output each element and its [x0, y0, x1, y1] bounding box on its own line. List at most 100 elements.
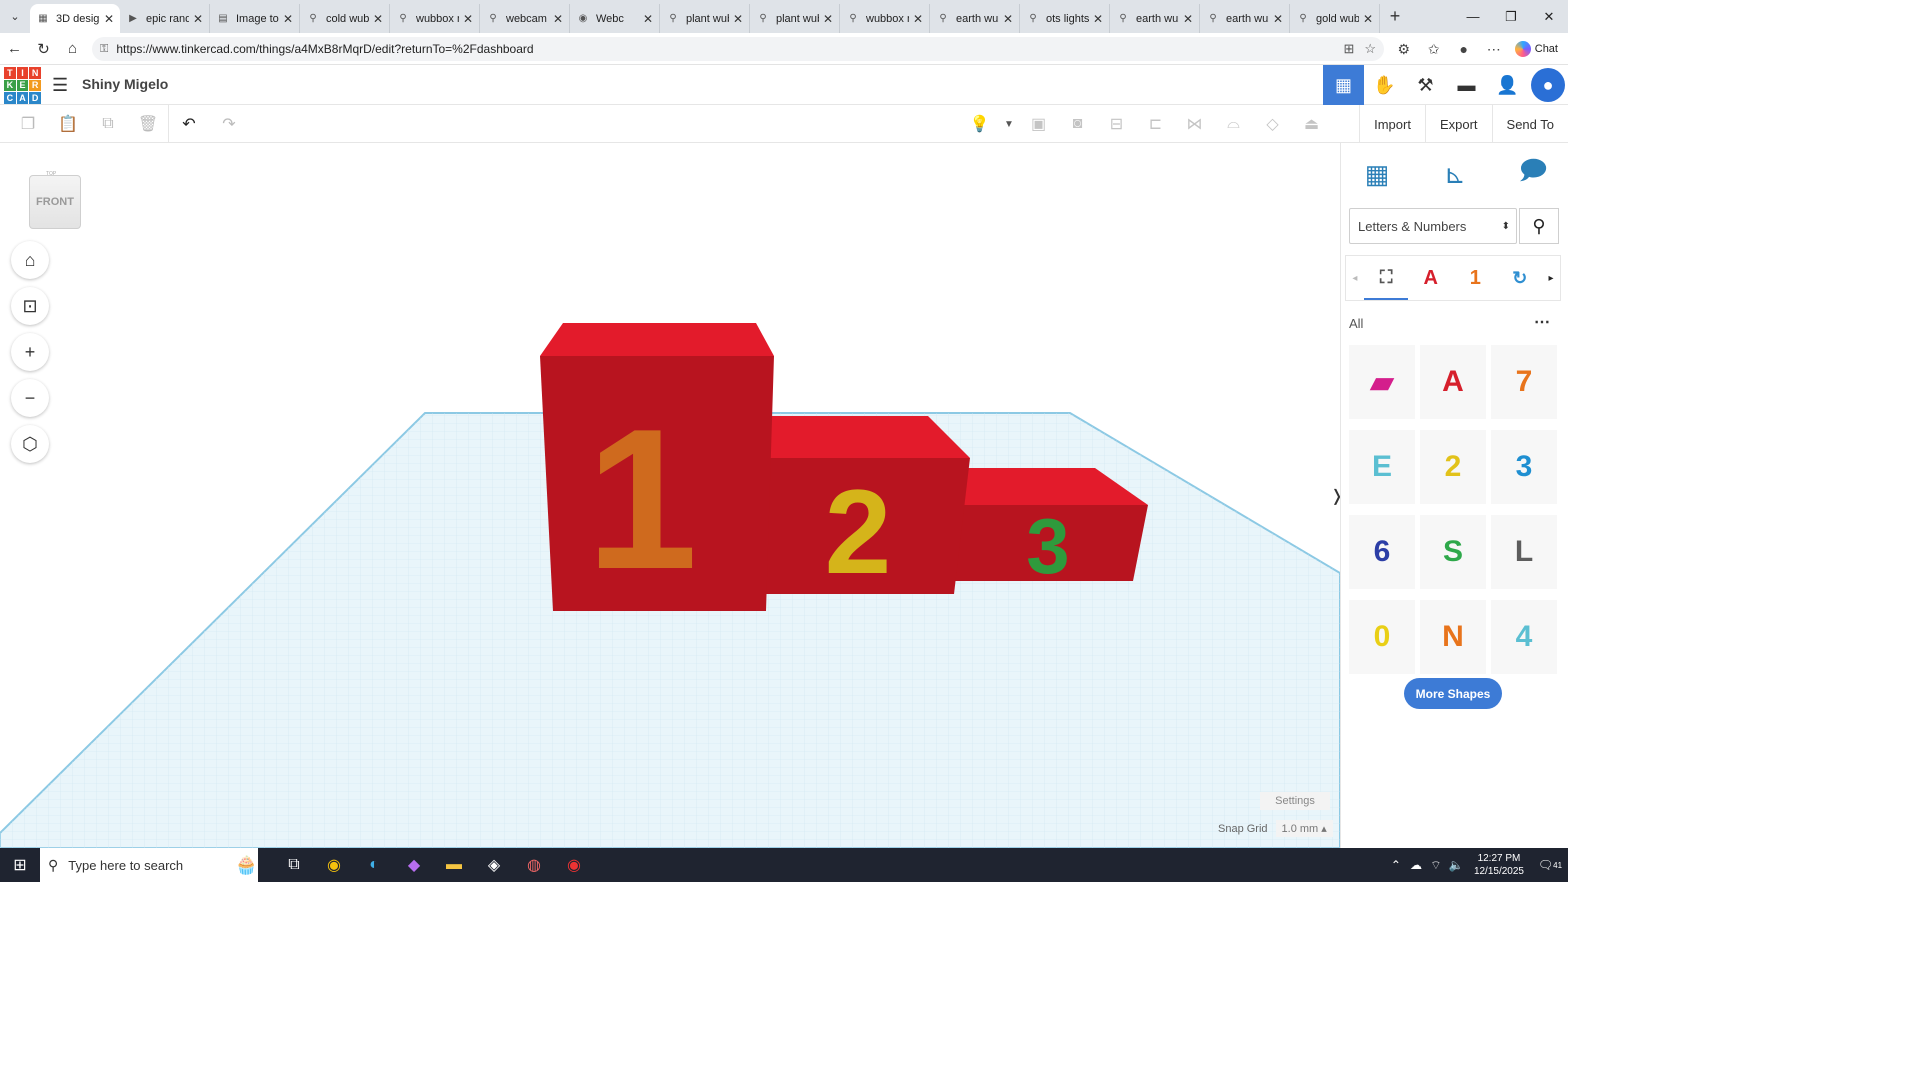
shape-search-icon[interactable]: ⚲ [1519, 208, 1559, 244]
podium-box-1[interactable]: 1 [540, 323, 774, 611]
paste-icon[interactable]: 📋 [48, 105, 88, 143]
chrome-beta-icon[interactable]: ◍ [514, 848, 554, 882]
view-cube-front-label[interactable]: FRONT [29, 175, 81, 229]
shape-tile[interactable]: 0 [1349, 600, 1415, 674]
copilot-app-icon[interactable]: ◆ [394, 848, 434, 882]
restore-button[interactable]: ❐ [1492, 0, 1530, 33]
browser-tab[interactable]: ⚲ plant wub ✕ [750, 4, 840, 33]
browser-tab[interactable]: ⚲ earth wub ✕ [1110, 4, 1200, 33]
close-tab-icon[interactable]: ✕ [193, 12, 203, 26]
browser-tab[interactable]: ⚲ earth wub ✕ [930, 4, 1020, 33]
browser-tab[interactable]: ◉ Webc ✕ [570, 4, 660, 33]
browser-tab[interactable]: ▤ Image to ✕ [210, 4, 300, 33]
close-tab-icon[interactable]: ✕ [1363, 12, 1373, 26]
cruise-icon[interactable]: ⌓ [1214, 105, 1253, 143]
close-tab-icon[interactable]: ✕ [823, 12, 833, 26]
shape-tile[interactable]: 4 [1491, 600, 1557, 674]
more-menu-icon[interactable]: ⋯ [1479, 41, 1509, 58]
close-tab-icon[interactable]: ✕ [463, 12, 473, 26]
blocks-icon[interactable]: ✋ [1364, 65, 1405, 105]
mirror-icon[interactable]: ⋈ [1175, 105, 1214, 143]
chrome-icon[interactable]: ◉ [314, 848, 354, 882]
more-shapes-button[interactable]: More Shapes [1404, 678, 1502, 709]
browser-tab[interactable]: ⚲ wubbox m ✕ [390, 4, 480, 33]
close-tab-icon[interactable]: ✕ [553, 12, 563, 26]
3d-view-grid-icon[interactable]: ▦ [1323, 65, 1364, 105]
notes-dropdown-icon[interactable]: ▼ [999, 105, 1019, 143]
chrome-active-icon[interactable]: ◉ [554, 848, 594, 882]
prev-category-icon[interactable]: ◂ [1346, 273, 1364, 284]
tinkercad-logo[interactable]: TIN KER CAD [4, 67, 41, 104]
chat-button[interactable]: Chat [1509, 41, 1568, 57]
shape-tile[interactable]: L [1491, 515, 1557, 589]
show-hidden-icons-icon[interactable]: ⌃ [1386, 858, 1406, 872]
hole-solid-icon[interactable]: ⊟ [1097, 105, 1136, 143]
shape-tile[interactable]: E [1349, 430, 1415, 504]
home-button[interactable]: ⌂ [58, 33, 87, 65]
shape-tile[interactable]: N [1420, 600, 1486, 674]
close-window-button[interactable]: ✕ [1530, 0, 1568, 33]
notes-tool-icon[interactable]: 🗩 [1511, 153, 1555, 195]
shape-tile[interactable]: 7 [1491, 345, 1557, 419]
close-tab-icon[interactable]: ✕ [1273, 12, 1283, 26]
import-button[interactable]: Import [1359, 105, 1425, 143]
shape-tile[interactable]: A [1420, 345, 1486, 419]
home-view-icon[interactable]: ⌂ [11, 241, 49, 279]
shape-tile[interactable]: 6 [1349, 515, 1415, 589]
letters-tab[interactable]: A [1408, 256, 1453, 300]
send-to-button[interactable]: Send To [1491, 105, 1568, 143]
shape-tile[interactable]: 3 [1491, 430, 1557, 504]
add-collaborator-icon[interactable]: 👤 [1487, 65, 1528, 105]
next-category-icon[interactable]: ▸ [1542, 273, 1560, 284]
onedrive-icon[interactable]: ☁ [1406, 858, 1426, 872]
snap-grid-select[interactable]: 1.0 mm ▴ [1275, 820, 1333, 837]
numbers-tab[interactable]: 1 [1453, 256, 1498, 300]
browser-tab[interactable]: ▦ 3D design ✕ [30, 4, 120, 33]
refresh-button[interactable]: ↻ [29, 33, 58, 65]
taskbar-clock[interactable]: 12:27 PM 12/15/2025 [1466, 852, 1532, 878]
browser-tab[interactable]: ⚲ gold wubb ✕ [1290, 4, 1380, 33]
app-available-icon[interactable]: ⊞ [1343, 41, 1354, 57]
shape-tile[interactable]: ▰ [1349, 345, 1415, 419]
edge-icon[interactable]: ◐ [354, 848, 394, 882]
export-button[interactable]: Export [1424, 105, 1492, 143]
network-icon[interactable]: ⌔ [1426, 858, 1446, 873]
workplane-tool-icon[interactable]: ▦ [1355, 153, 1399, 195]
light-bulb-icon[interactable]: 💡 [960, 105, 999, 143]
workplane-canvas[interactable]: 3 2 1 TOP FRONT ⌂ ⊡ + − ⬡ ❭ Settings Sna… [0, 143, 1340, 848]
duplicate-icon[interactable]: ⧉ [88, 105, 128, 143]
all-shapes-tab[interactable]: ⛶ [1363, 256, 1409, 300]
profile-icon[interactable]: ● [1449, 41, 1479, 57]
taskbar-search-box[interactable]: ⚲ Type here to search 🧁 [40, 848, 258, 882]
ortho-view-icon[interactable]: ⬡ [11, 425, 49, 463]
new-tab-button[interactable]: + [1380, 6, 1410, 27]
collapse-panel-icon[interactable]: ❭ [1330, 478, 1340, 514]
fit-view-icon[interactable]: ⊡ [11, 287, 49, 325]
browser-tab[interactable]: ⚲ earth wub ✕ [1200, 4, 1290, 33]
notification-center-icon[interactable]: 🗨 41 [1532, 858, 1568, 872]
podium-box-2[interactable]: 2 [766, 416, 970, 599]
browser-tab[interactable]: ⚲ plant wub ✕ [660, 4, 750, 33]
view-cube[interactable]: TOP FRONT [29, 171, 81, 229]
close-tab-icon[interactable]: ✕ [643, 12, 653, 26]
browser-tab[interactable]: ⚲ cold wubb ✕ [300, 4, 390, 33]
favorites-icon[interactable]: ✩ [1419, 41, 1449, 58]
task-view-icon[interactable]: ⧉ [274, 848, 314, 882]
close-tab-icon[interactable]: ✕ [1003, 12, 1013, 26]
workplane-icon[interactable]: ◇ [1253, 105, 1292, 143]
settings-button[interactable]: Settings [1260, 792, 1330, 810]
group-icon[interactable]: ▣ [1019, 105, 1058, 143]
back-button[interactable]: ← [0, 33, 29, 65]
codeblocks-icon[interactable]: ⚒ [1405, 65, 1446, 105]
url-field[interactable]: ⚿ https://www.tinkercad.com/things/a4MxB… [92, 37, 1384, 61]
3d-scene[interactable]: 3 2 1 [0, 143, 1340, 848]
browser-tab[interactable]: ⚲ webcam to ✕ [480, 4, 570, 33]
design-title[interactable]: Shiny Migelo [82, 76, 168, 92]
close-tab-icon[interactable]: ✕ [1093, 12, 1103, 26]
extensions-icon[interactable]: ⚙ [1389, 41, 1419, 58]
align-icon[interactable]: ⊏ [1136, 105, 1175, 143]
close-tab-icon[interactable]: ✕ [733, 12, 743, 26]
ruler-tool-icon[interactable]: ⊾ [1433, 153, 1477, 195]
close-tab-icon[interactable]: ✕ [913, 12, 923, 26]
browser-tab[interactable]: ⚲ ots lightsa ✕ [1020, 4, 1110, 33]
